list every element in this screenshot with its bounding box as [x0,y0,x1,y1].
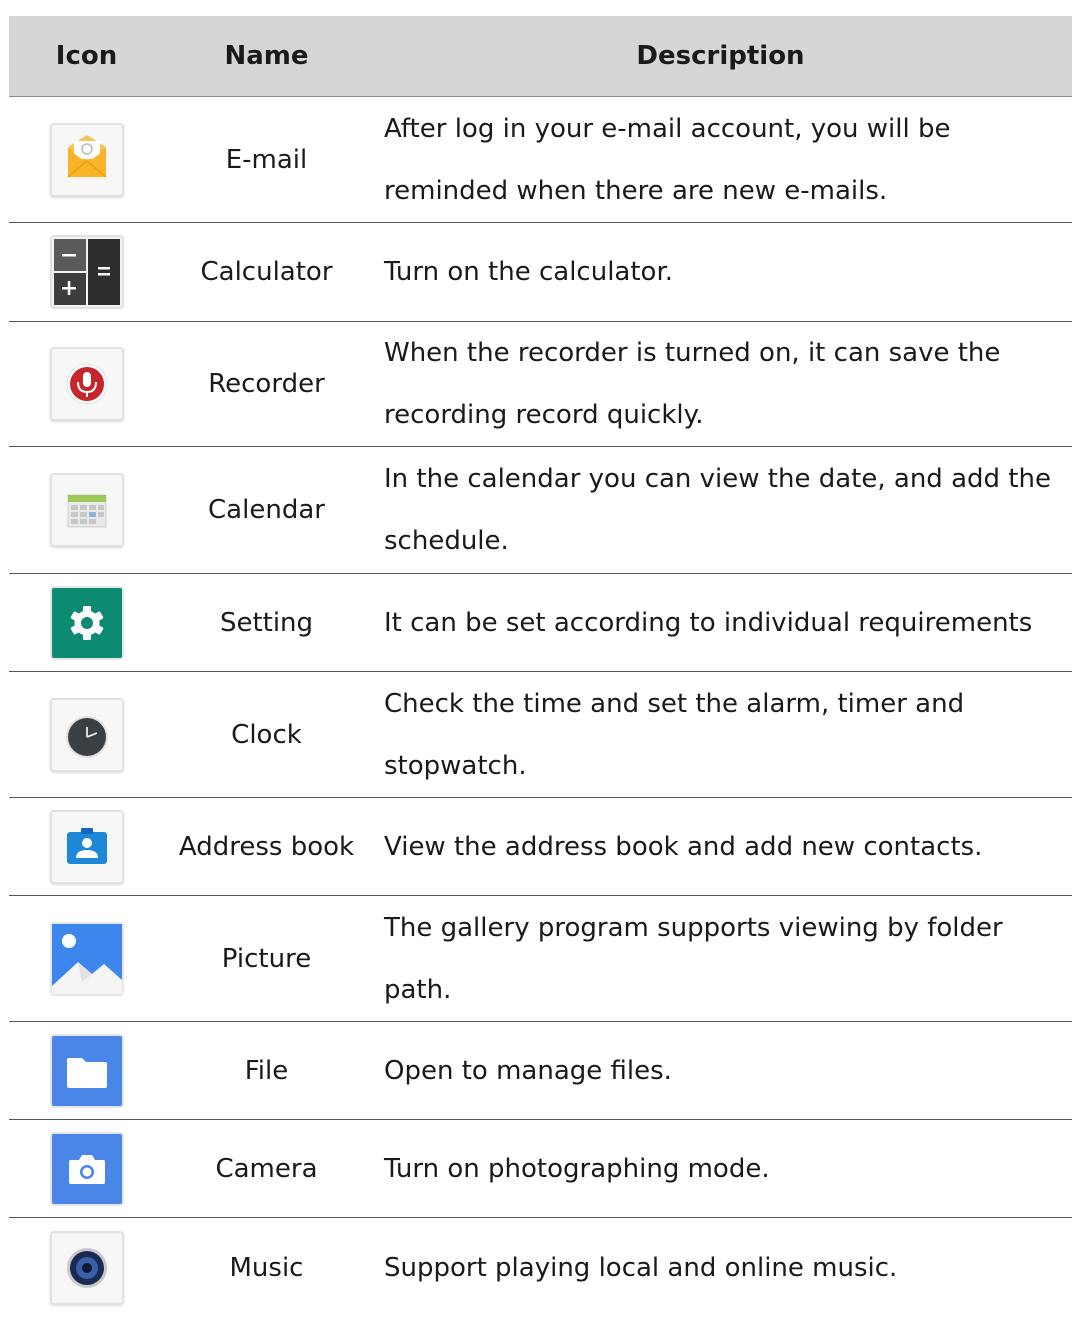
app-name: Setting [219,607,314,638]
app-description: After log in your e-mail account, you wi… [384,113,951,206]
header-icon: Icon [55,41,118,71]
app-name: Picture [221,943,312,974]
app-description: In the calendar you can view the date, a… [384,464,1051,556]
folder-icon [49,1033,124,1108]
email-icon [49,122,124,197]
app-description: Turn on the calculator. [384,257,674,287]
camera-icon [49,1131,124,1206]
app-name: Calculator [200,257,333,287]
table-header: Icon Name Description [9,16,1072,97]
app-description: When the recorder is turned on, it can s… [384,338,1001,430]
calendar-icon [49,473,124,547]
app-name: File [244,1055,289,1086]
table-row: Music Support playing local and online m… [9,1218,1072,1318]
app-name: Address book [178,831,355,862]
calculator-icon [49,235,124,309]
app-description: The gallery program supports viewing by … [384,912,1003,1005]
picture-icon [49,921,124,996]
table-row: Calculator Turn on the calculator. [9,223,1072,322]
app-description: Support playing local and online music. [384,1253,898,1283]
app-description: Open to manage files. [384,1055,672,1086]
table-row: E-mail After log in your e-mail account,… [9,97,1072,223]
table-row: Setting It can be set according to indiv… [9,574,1072,672]
table-row: Picture The gallery program supports vie… [9,896,1072,1022]
contacts-icon [49,809,124,884]
app-name: Camera [215,1153,318,1184]
app-description: Turn on photographing mode. [384,1153,770,1184]
table-row: File Open to manage files. [9,1022,1072,1120]
app-name: Calendar [208,495,325,525]
gear-icon [49,585,124,660]
table-row: Address book View the address book and a… [9,798,1072,896]
app-description: Check the time and set the alarm, timer … [384,688,965,781]
app-icon-table: Icon Name Description E-mail After log i… [9,16,1072,1318]
app-name: Clock [231,719,302,750]
microphone-icon [49,347,124,421]
speaker-icon [49,1231,124,1305]
app-name: Recorder [208,369,325,399]
clock-icon [49,697,124,772]
header-description: Description [636,41,805,71]
table-row: Camera Turn on photographing mode. [9,1120,1072,1218]
app-description: View the address book and add new contac… [384,831,983,862]
app-description: It can be set according to individual re… [384,607,1033,638]
app-name: E-mail [225,144,308,175]
table-row: Calendar In the calendar you can view th… [9,447,1072,574]
table-row: Clock Check the time and set the alarm, … [9,672,1072,798]
header-name: Name [224,41,309,71]
app-name: Music [229,1253,304,1283]
table-row: Recorder When the recorder is turned on,… [9,322,1072,447]
